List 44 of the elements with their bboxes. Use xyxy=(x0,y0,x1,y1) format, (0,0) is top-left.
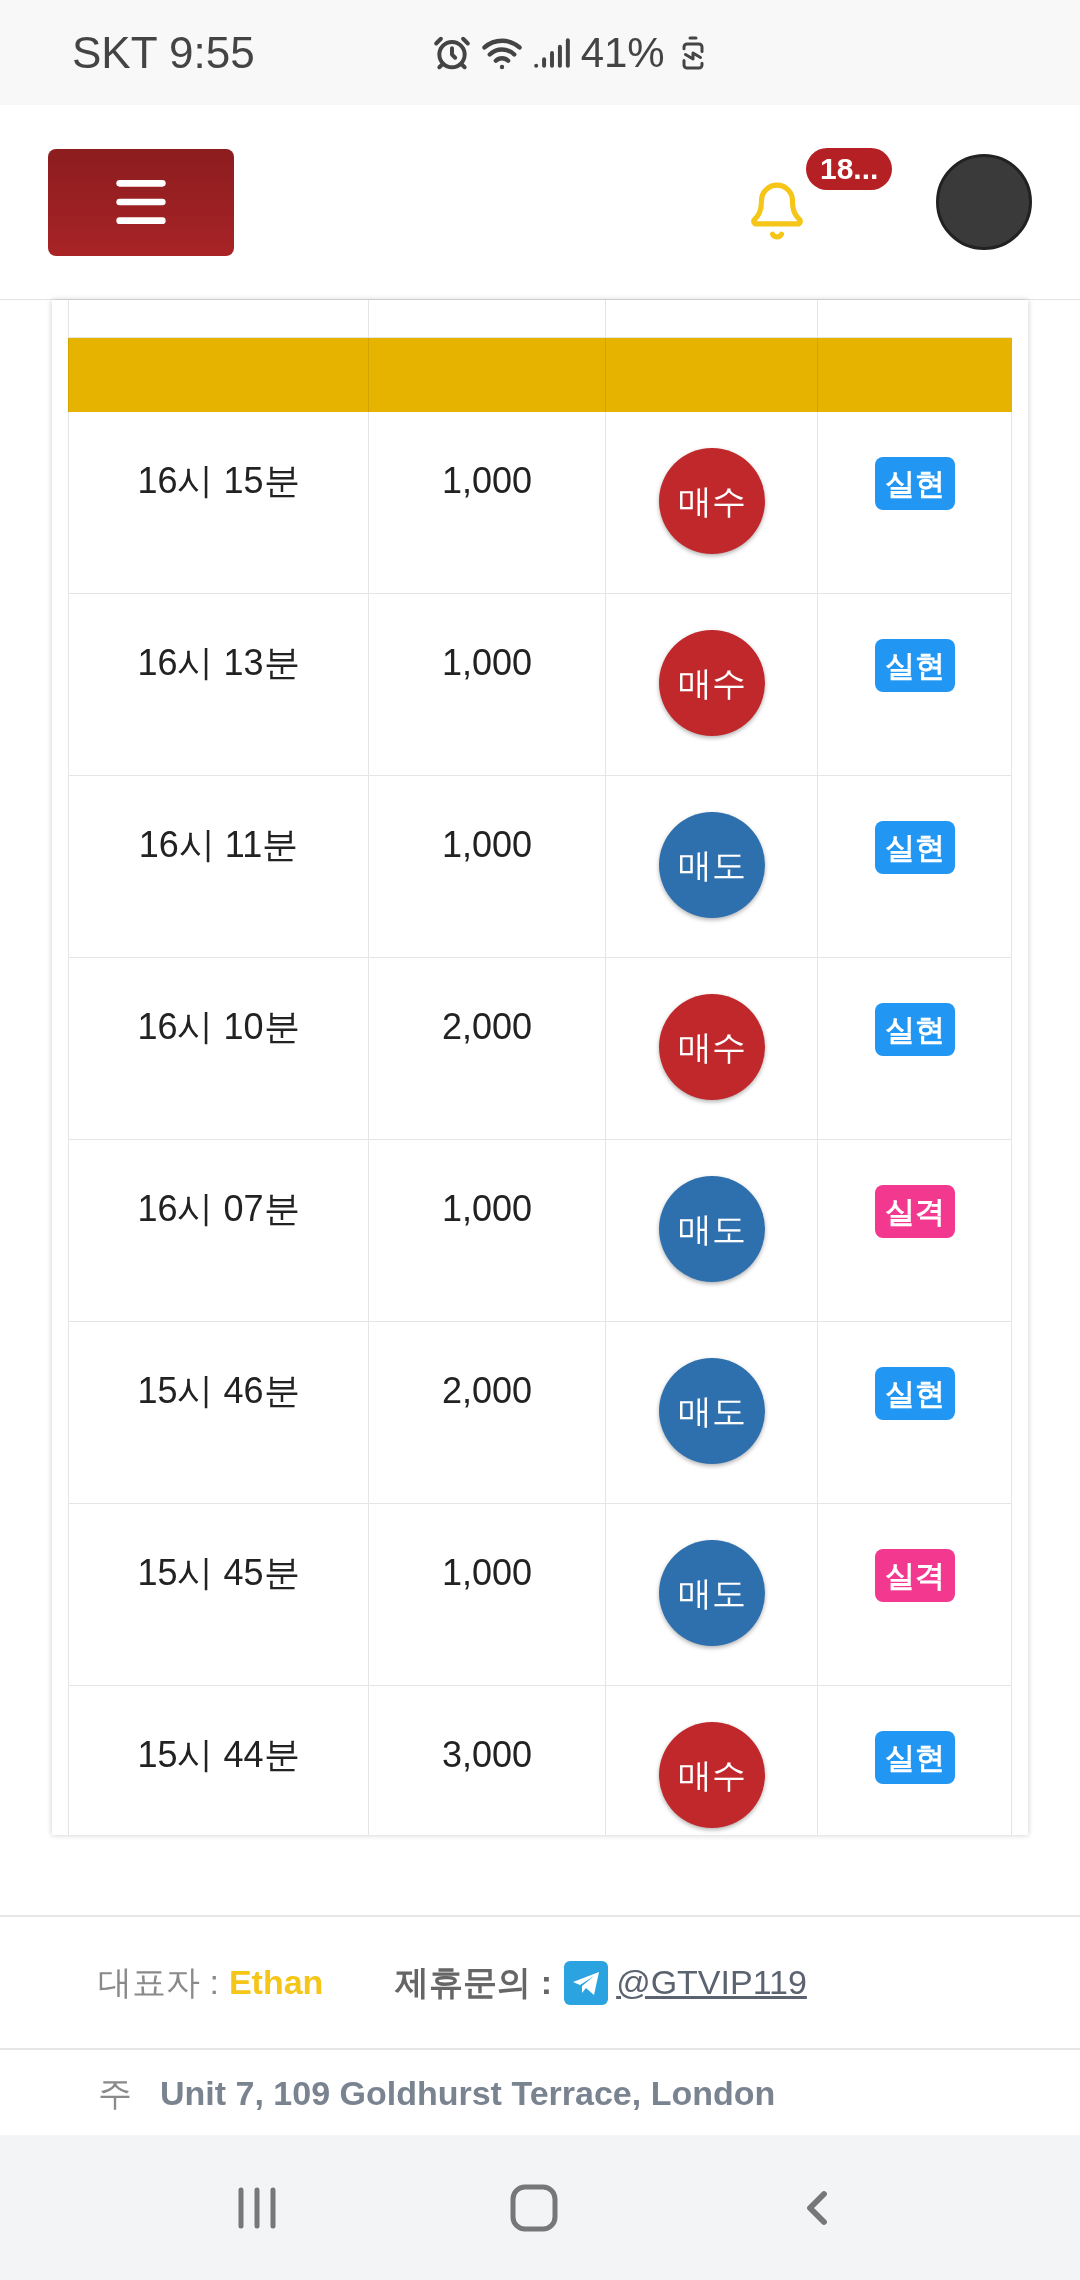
home-icon[interactable] xyxy=(510,2183,558,2232)
result-badge: 실현 xyxy=(874,457,955,510)
partnership-label: 제휴문의 : xyxy=(395,1962,553,2003)
result-badge: 실격 xyxy=(874,1185,955,1238)
time-cell-text: 16시 13분 xyxy=(137,641,300,685)
amount-cell-text: 1,000 xyxy=(441,641,533,685)
time-cell-text: 16시 15분 xyxy=(137,459,300,503)
result-badge: 실현 xyxy=(874,1731,955,1784)
time-cell-text: 16시 11분 xyxy=(138,823,299,867)
result-badge: 실현 xyxy=(874,639,955,692)
time-cell-text: 16시 07분 xyxy=(137,1187,300,1231)
address-label: 주 xyxy=(98,2073,132,2114)
trade-side-badge: 매도 xyxy=(658,812,765,918)
result-badge: 실현 xyxy=(874,1003,955,1056)
amount-cell-text: 2,000 xyxy=(441,1369,533,1413)
amount-cell-text: 1,000 xyxy=(441,459,533,503)
result-badge: 실현 xyxy=(874,1367,955,1420)
trade-side-badge: 매수 xyxy=(658,448,765,554)
trade-side-badge: 매도 xyxy=(658,1358,765,1464)
telegram-link[interactable]: @GTVIP119 xyxy=(616,1957,807,2008)
result-badge: 실현 xyxy=(874,821,955,874)
amount-cell-text: 3,000 xyxy=(441,1733,533,1777)
trade-side-badge: 매수 xyxy=(658,1722,765,1828)
trade-side-badge: 매도 xyxy=(658,1540,765,1646)
time-cell-text: 15시 45분 xyxy=(137,1551,300,1595)
trade-side-badge: 매수 xyxy=(658,994,765,1100)
amount-cell-text: 2,000 xyxy=(441,1005,533,1049)
notification-badge: 18... xyxy=(806,148,893,190)
amount-cell-text: 1,000 xyxy=(441,1187,533,1231)
trade-side-badge: 매수 xyxy=(658,630,765,736)
time-cell-text: 16시 10분 xyxy=(137,1005,300,1049)
result-badge: 실격 xyxy=(874,1549,955,1602)
amount-cell-text: 1,000 xyxy=(441,823,533,867)
trade-side-badge: 매도 xyxy=(658,1176,765,1282)
menu-button[interactable] xyxy=(48,148,234,256)
carrier-time: SKT 9:55 xyxy=(72,26,255,79)
address-text: Unit 7, 109 Goldhurst Terrace, London xyxy=(160,2073,776,2114)
representative-name: Ethan xyxy=(228,1962,324,2003)
amount-cell-text: 1,000 xyxy=(441,1551,533,1595)
time-cell-text: 15시 46분 xyxy=(137,1369,300,1413)
time-cell-text: 15시 44분 xyxy=(137,1733,300,1777)
representative-label: 대표자 : xyxy=(98,1962,219,2003)
telegram-icon xyxy=(564,1960,609,2005)
battery-percent: 41% xyxy=(580,28,665,78)
